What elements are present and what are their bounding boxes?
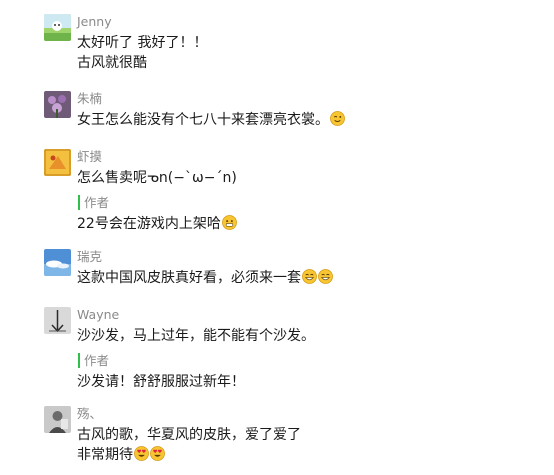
avatar[interactable] bbox=[44, 91, 71, 118]
comment-line: 这款中国风皮肤真好看，必须来一套 bbox=[77, 270, 301, 286]
comment-line: 古风的歌，华夏风的皮肤，爱了爱了 bbox=[77, 427, 301, 443]
comment-line: 古风就很酷 bbox=[77, 55, 147, 71]
avatar-image-icon bbox=[44, 91, 71, 118]
comment-text: 女王怎么能没有个七八十来套漂亮衣裳。 bbox=[77, 110, 534, 130]
comment-line: 太好听了 我好了！！ bbox=[77, 35, 208, 51]
avatar-image-icon bbox=[44, 307, 71, 334]
heart-eyes-emoji-icon bbox=[150, 446, 165, 461]
author-tag: 作者 bbox=[78, 353, 109, 368]
big-grin-emoji-icon bbox=[318, 269, 333, 284]
reply-text: 22号会在游戏内上架哈 bbox=[77, 214, 534, 234]
comment-line: 女王怎么能没有个七八十来套漂亮衣裳。 bbox=[77, 112, 329, 128]
comment-text: 太好听了 我好了！！ 古风就很酷 bbox=[77, 33, 534, 73]
reply-text: 沙发请！舒舒服服过新年！ bbox=[77, 374, 245, 390]
commenter-name[interactable]: Wayne bbox=[77, 307, 534, 323]
comment-list: Jenny 太好听了 我好了！！ 古风就很酷 朱楠 女王怎么能没有个七八十来套漂… bbox=[0, 0, 554, 475]
comment-line-with-emoji: 非常期待 bbox=[77, 445, 534, 465]
reply-line: 22号会在游戏内上架哈 bbox=[77, 216, 221, 232]
wink-emoji-icon bbox=[330, 111, 345, 126]
avatar-image-icon bbox=[44, 249, 71, 276]
grin-emoji-icon bbox=[221, 215, 237, 230]
commenter-name[interactable]: 瑞克 bbox=[77, 249, 534, 265]
author-reply: 作者 沙发请！舒舒服服过新年！ bbox=[77, 350, 534, 392]
avatar[interactable] bbox=[44, 14, 71, 41]
avatar[interactable] bbox=[44, 149, 71, 176]
comment-text: 这款中国风皮肤真好看，必须来一套 bbox=[77, 268, 534, 288]
avatar-image-icon bbox=[44, 14, 71, 41]
commenter-name[interactable]: 殇、 bbox=[77, 406, 534, 422]
comment-text: 古风的歌，华夏风的皮肤，爱了爱了 非常期待 bbox=[77, 425, 534, 465]
author-tag: 作者 bbox=[78, 195, 109, 210]
heart-eyes-emoji-icon bbox=[134, 446, 149, 461]
author-reply: 作者 22号会在游戏内上架哈 bbox=[77, 192, 534, 234]
avatar[interactable] bbox=[44, 307, 71, 334]
big-grin-emoji-icon bbox=[302, 269, 317, 284]
comment-text: 沙沙发，马上过年，能不能有个沙发。 bbox=[77, 328, 315, 344]
commenter-name[interactable]: 朱楠 bbox=[77, 91, 534, 107]
avatar-image-icon bbox=[44, 406, 71, 433]
avatar[interactable] bbox=[44, 249, 71, 276]
avatar-image-icon bbox=[44, 149, 71, 176]
avatar[interactable] bbox=[44, 406, 71, 433]
comment-line: 非常期待 bbox=[77, 447, 133, 463]
commenter-name[interactable]: Jenny bbox=[77, 14, 534, 30]
commenter-name[interactable]: 虾摸 bbox=[77, 149, 534, 165]
comment-text: 怎么售卖呢ᓀn(−`ω−´n) bbox=[77, 170, 237, 186]
